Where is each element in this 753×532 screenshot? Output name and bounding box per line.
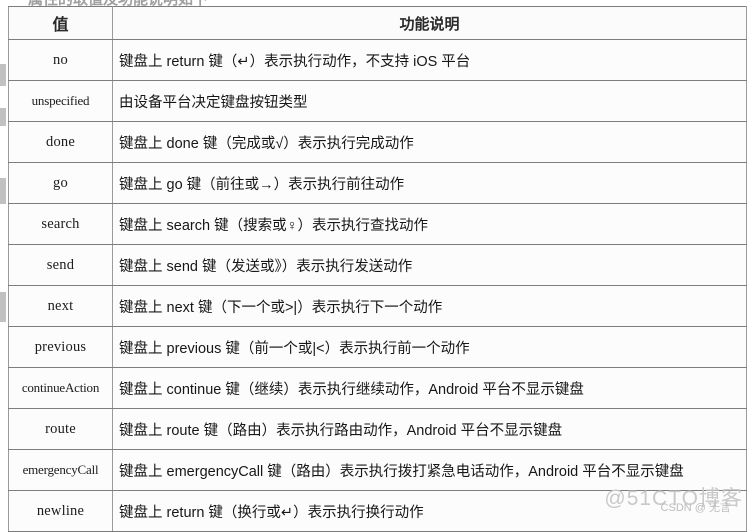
value-description-table-container: 值 功能说明 no 键盘上 return 键（↵）表示执行动作，不支持 iOS 平… <box>8 6 747 532</box>
table-header: 值 功能说明 <box>8 6 747 40</box>
cell-value: previous <box>8 326 113 368</box>
cell-description: 键盘上 continue 键（继续）表示执行继续动作，Android 平台不显示… <box>112 367 747 409</box>
cell-value: continueAction <box>8 367 113 409</box>
table-row: go 键盘上 go 键（前往或→）表示执行前往动作 <box>8 162 747 204</box>
table-row: search 键盘上 search 键（搜索或♀）表示执行查找动作 <box>8 203 747 245</box>
cell-description: 键盘上 go 键（前往或→）表示执行前往动作 <box>112 162 747 204</box>
cell-description: 键盘上 done 键（完成或√）表示执行完成动作 <box>112 121 747 163</box>
table-row: unspecified 由设备平台决定键盘按钮类型 <box>8 80 747 122</box>
cell-description: 键盘上 send 键（发送或》）表示执行发送动作 <box>112 244 747 286</box>
table-row: next 键盘上 next 键（下一个或>|）表示执行下一个动作 <box>8 285 747 327</box>
cell-value: unspecified <box>8 80 113 122</box>
cell-value: route <box>8 408 113 450</box>
cell-value: send <box>8 244 113 286</box>
table-row: continueAction 键盘上 continue 键（继续）表示执行继续动作… <box>8 367 747 409</box>
table-row: route 键盘上 route 键（路由）表示执行路由动作，Android 平台不… <box>8 408 747 450</box>
cell-description: 键盘上 search 键（搜索或♀）表示执行查找动作 <box>112 203 747 245</box>
cell-value: newline <box>8 490 113 532</box>
cell-description: 键盘上 route 键（路由）表示执行路由动作，Android 平台不显示键盘 <box>112 408 747 450</box>
cell-value: next <box>8 285 113 327</box>
table-body: no 键盘上 return 键（↵）表示执行动作，不支持 iOS 平台 unspec… <box>8 39 747 532</box>
table-row: previous 键盘上 previous 键（前一个或|<）表示执行前一个动作 <box>8 326 747 368</box>
cell-value: no <box>8 39 113 81</box>
watermark-secondary: CSDN @ 无言 <box>660 502 731 514</box>
value-description-table: 值 功能说明 no 键盘上 return 键（↵）表示执行动作，不支持 iOS 平… <box>8 6 747 532</box>
table-row: no 键盘上 return 键（↵）表示执行动作，不支持 iOS 平台 <box>8 39 747 81</box>
cell-value: emergencyCall <box>8 449 113 491</box>
cell-value: done <box>8 121 113 163</box>
cell-description: 由设备平台决定键盘按钮类型 <box>112 80 747 122</box>
cell-value: go <box>8 162 113 204</box>
column-header-value: 值 <box>8 6 113 40</box>
column-header-description: 功能说明 <box>112 6 747 40</box>
table-row: send 键盘上 send 键（发送或》）表示执行发送动作 <box>8 244 747 286</box>
cell-description: 键盘上 next 键（下一个或>|）表示执行下一个动作 <box>112 285 747 327</box>
cell-description: 键盘上 previous 键（前一个或|<）表示执行前一个动作 <box>112 326 747 368</box>
table-header-row: 值 功能说明 <box>8 6 747 40</box>
cell-description: 键盘上 return 键（↵）表示执行动作，不支持 iOS 平台 <box>112 39 747 81</box>
cell-value: search <box>8 203 113 245</box>
table-row: done 键盘上 done 键（完成或√）表示执行完成动作 <box>8 121 747 163</box>
